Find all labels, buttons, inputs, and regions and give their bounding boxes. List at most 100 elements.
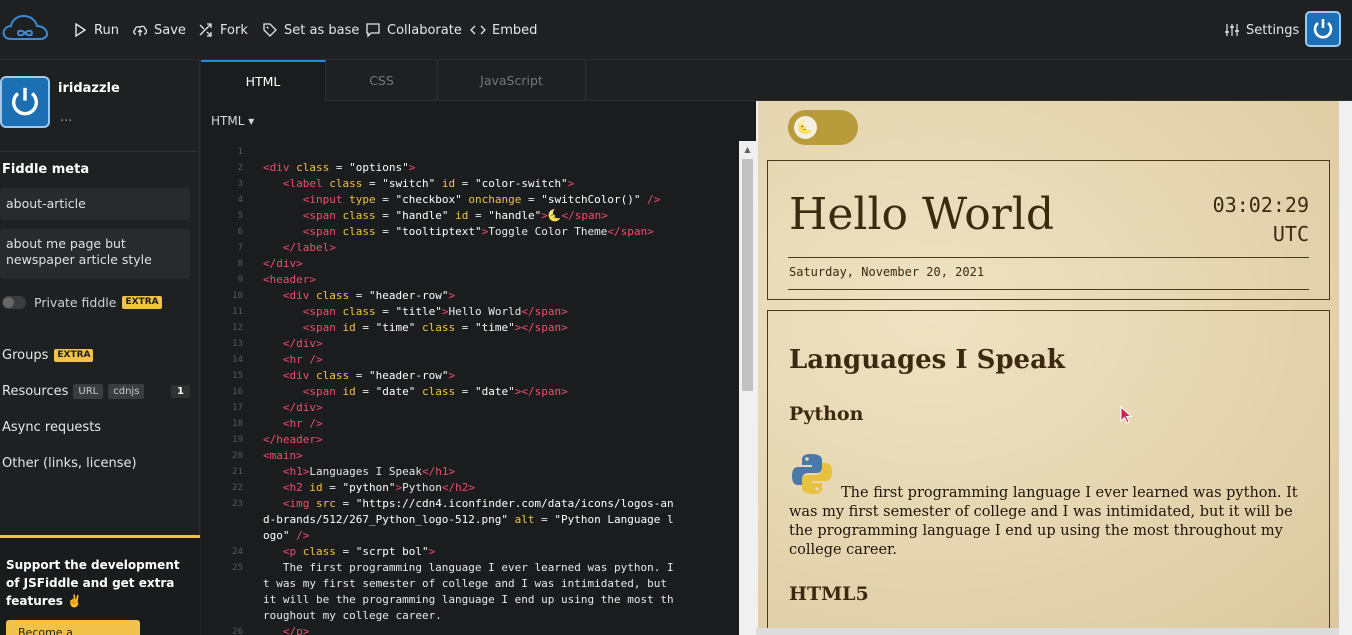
code-token: <div [282, 369, 316, 382]
cloud-upload-icon [132, 22, 148, 38]
jsfiddle-logo-icon[interactable] [1, 13, 49, 45]
code-token: id [441, 177, 456, 190]
code-token: </label> [282, 241, 336, 254]
code-token: </div> [263, 257, 303, 270]
code-token: </h1> [421, 465, 456, 478]
code-line: </p> [263, 624, 310, 635]
groups-label: Groups [2, 348, 49, 363]
play-icon [72, 22, 88, 38]
extra-badge: EXTRA [122, 296, 162, 309]
set-as-base-button[interactable]: Set as base [262, 20, 359, 40]
line-number: 5 [237, 211, 243, 221]
code-token: = [329, 161, 350, 174]
fiddle-description-input[interactable]: about me page but newspaper article styl… [0, 229, 190, 279]
private-fiddle-toggle[interactable] [2, 296, 26, 309]
mouse-cursor-icon [1120, 406, 1133, 424]
sidebar-avatar[interactable] [0, 76, 50, 128]
code-token: </h2> [441, 481, 475, 494]
groups-extra-badge: EXTRA [54, 349, 94, 362]
collaborate-button[interactable]: Collaborate [365, 20, 462, 40]
line-number: 18 [232, 419, 243, 429]
editor-scrollbar[interactable]: ▲ [739, 141, 756, 635]
code-line: <img src = "https://cdn4.iconfinder.com/… [263, 496, 674, 512]
tab-css[interactable]: CSS [326, 60, 438, 101]
code-token: > [408, 161, 416, 174]
run-button[interactable]: Run [72, 20, 119, 40]
support-text: Support the development of JSFiddle and … [6, 558, 180, 608]
code-token: </p> [282, 625, 310, 635]
line-number: 4 [237, 195, 243, 205]
line-number: 26 [232, 627, 243, 635]
line-number: 23 [232, 499, 243, 509]
html-code-editor[interactable]: HTML ▾ 1 2 3 4 5 6 7 8 9 10 11 12 13 14 15 16 17 18 19 20 21… [201, 101, 756, 635]
save-button[interactable]: Save [132, 20, 186, 40]
code-line: <span class = "title">Hello World</span> [263, 304, 568, 320]
line-number: 8 [237, 259, 243, 269]
code-line: </div> [263, 336, 323, 352]
code-line: ogo" /> [263, 528, 309, 544]
fiddle-name-input[interactable]: about-article [0, 188, 190, 220]
code-token: "switch" [382, 177, 436, 190]
line-number: 9 [237, 275, 243, 285]
user-avatar[interactable] [1305, 11, 1341, 47]
code-token: Toggle Color Theme [488, 225, 608, 238]
code-token: "handle" [395, 209, 449, 222]
collaborate-label: Collaborate [387, 22, 462, 38]
settings-button[interactable]: Settings [1224, 20, 1299, 40]
preview-horizontal-scrollbar[interactable] [756, 628, 1339, 635]
language-select[interactable]: HTML ▾ [211, 114, 254, 128]
code-token: <img [282, 497, 316, 510]
line-number: 2 [237, 163, 243, 173]
line-number: 22 [232, 483, 243, 493]
become-supporter-button[interactable]: Become a supporter [6, 620, 140, 635]
code-line: <main> [263, 448, 303, 464]
tab-html[interactable]: HTML [201, 60, 326, 101]
python-paragraph: The first programming language I ever le… [789, 485, 1298, 558]
sidebar-item-resources[interactable]: Resources URL cdnjs 1 [2, 384, 190, 399]
code-token: t was my first semester of college and I… [263, 577, 667, 590]
editor-scrollbar-thumb[interactable] [742, 159, 753, 391]
python-heading: Python [789, 403, 864, 425]
user-more-menu[interactable]: ... [60, 110, 72, 125]
code-token: /> [309, 417, 323, 430]
fork-button[interactable]: Fork [198, 20, 248, 40]
code-token: <span [302, 209, 343, 222]
resources-url-chip[interactable]: URL [73, 384, 104, 399]
code-token: ogo" [263, 529, 290, 542]
scroll-up-arrow-icon[interactable]: ▲ [739, 141, 756, 158]
other-label: Other (links, license) [2, 456, 137, 471]
tab-javascript[interactable]: JavaScript [438, 60, 586, 101]
sidebar-item-groups[interactable]: Groups EXTRA [2, 348, 94, 363]
sidebar-item-async-requests[interactable]: Async requests [2, 420, 101, 435]
line-number: 3 [237, 179, 243, 189]
code-token: "date" [375, 385, 416, 398]
color-theme-switch[interactable]: 🌜 [788, 110, 858, 145]
code-token: = [534, 513, 555, 526]
code-token: = [455, 385, 475, 398]
code-line: <p class = "scrpt bol"> [263, 544, 435, 560]
resources-cdnjs-chip[interactable]: cdnjs [108, 384, 145, 399]
code-token: "https://cdn4.iconfinder.com/data/icons/… [355, 497, 674, 510]
settings-label: Settings [1246, 22, 1300, 38]
code-line: <div class = "header-row"> [263, 288, 455, 304]
code-token: = [468, 209, 489, 222]
code-token: > [448, 289, 456, 302]
code-line: </div> [263, 256, 303, 272]
sidebar-item-other[interactable]: Other (links, license) [2, 456, 137, 471]
code-token: </span> [521, 305, 568, 318]
code-token: = [375, 209, 396, 222]
embed-button[interactable]: Embed [470, 20, 537, 40]
code-token: <main> [263, 449, 303, 462]
preview-scrollbar[interactable] [1339, 101, 1352, 635]
username[interactable]: iridazzle [58, 81, 120, 96]
line-number: 6 [237, 227, 243, 237]
code-token: roughout my college career. [263, 609, 442, 622]
code-token: > [448, 369, 456, 382]
top-toolbar: Run Save Fork Set as base Collaborate Em… [0, 0, 1352, 60]
code-token: = [349, 289, 369, 302]
